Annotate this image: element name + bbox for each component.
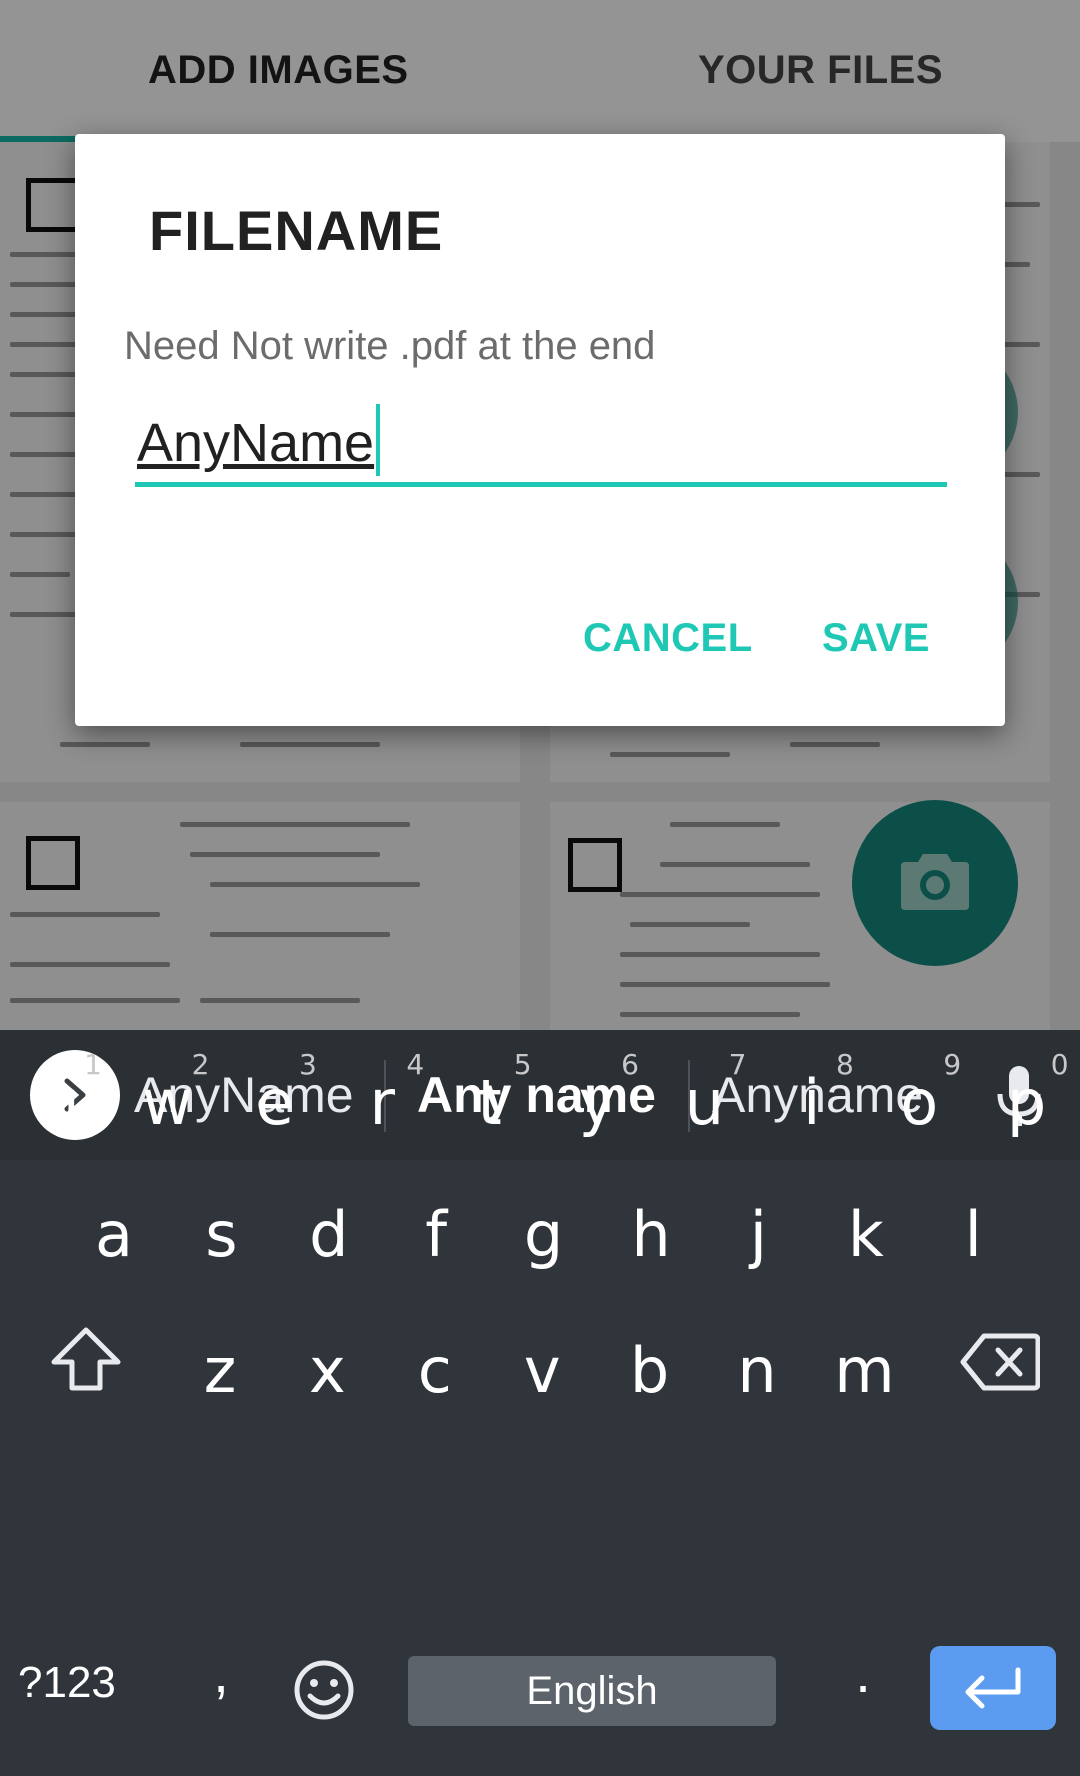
key-c[interactable]: c [381,1306,489,1438]
period-key[interactable]: . [838,1640,888,1705]
cancel-button[interactable]: CANCEL [583,616,753,661]
soft-keyboard: AnyName Any name Anyname 1q2w3e4r5t6y7u8… [0,1030,1080,1776]
space-bar[interactable]: English [408,1656,776,1726]
enter-key[interactable] [930,1646,1056,1730]
key-label: v [523,1334,561,1407]
key-label: y [578,1066,616,1139]
key-label: u [684,1066,725,1139]
key-label: i [803,1066,821,1139]
key-label: e [255,1066,294,1139]
key-i[interactable]: 8i [758,1038,866,1170]
key-label: z [203,1334,237,1407]
key-p[interactable]: 0p [973,1038,1080,1170]
shift-key[interactable] [16,1290,156,1422]
key-label: h [631,1198,671,1271]
key-x[interactable]: x [273,1306,381,1438]
key-v[interactable]: v [488,1306,596,1438]
input-underline [135,482,947,487]
key-label: r [369,1066,395,1139]
key-j[interactable]: j [704,1170,812,1302]
key-label: o [900,1066,939,1139]
key-n[interactable]: n [703,1306,811,1438]
key-t[interactable]: 5t [436,1038,544,1170]
key-f[interactable]: f [382,1170,490,1302]
backspace-icon [960,1333,1040,1391]
key-u[interactable]: 7u [650,1038,758,1170]
key-k[interactable]: k [812,1170,920,1302]
key-label: s [205,1198,238,1271]
dialog-message: Need Not write .pdf at the end [124,324,656,368]
key-label: c [417,1334,452,1407]
backspace-key[interactable] [924,1290,1064,1422]
key-a[interactable]: a [60,1170,168,1302]
key-d[interactable]: d [275,1170,383,1302]
key-r[interactable]: 4r [328,1038,436,1170]
key-h[interactable]: h [597,1170,705,1302]
key-w[interactable]: 2w [113,1038,221,1170]
dialog-title: FILENAME [149,199,444,262]
key-label: f [425,1198,448,1271]
key-label: x [309,1334,346,1407]
key-label: p [1006,1066,1047,1139]
comma-key[interactable]: , [196,1640,246,1705]
key-label: g [523,1198,564,1271]
key-label: l [964,1198,982,1271]
key-q[interactable]: 1q [6,1038,114,1170]
key-label: m [834,1334,895,1407]
key-e[interactable]: 3e [221,1038,329,1170]
key-s[interactable]: s [167,1170,275,1302]
key-l[interactable]: l [919,1170,1027,1302]
text-cursor [376,404,381,476]
key-label: n [737,1334,777,1407]
key-o[interactable]: 9o [865,1038,973,1170]
filename-input[interactable] [135,400,947,486]
key-m[interactable]: m [810,1306,918,1438]
key-label: q [40,1066,80,1139]
key-label: t [477,1066,502,1139]
key-label: a [95,1198,133,1271]
key-label: b [629,1334,670,1407]
key-label: k [847,1198,884,1271]
key-label: w [142,1066,193,1139]
key-label: j [749,1198,767,1271]
key-z[interactable]: z [166,1306,274,1438]
key-g[interactable]: g [490,1170,598,1302]
symbols-key[interactable]: ?123 [18,1658,158,1708]
shift-icon [51,1327,121,1391]
key-b[interactable]: b [596,1306,704,1438]
filename-dialog: FILENAME Need Not write .pdf at the end … [75,134,1005,726]
save-button[interactable]: SAVE [822,616,930,661]
enter-icon [965,1667,1021,1709]
key-label: d [309,1198,349,1271]
emoji-icon[interactable] [292,1658,356,1722]
key-y[interactable]: 6y [543,1038,651,1170]
